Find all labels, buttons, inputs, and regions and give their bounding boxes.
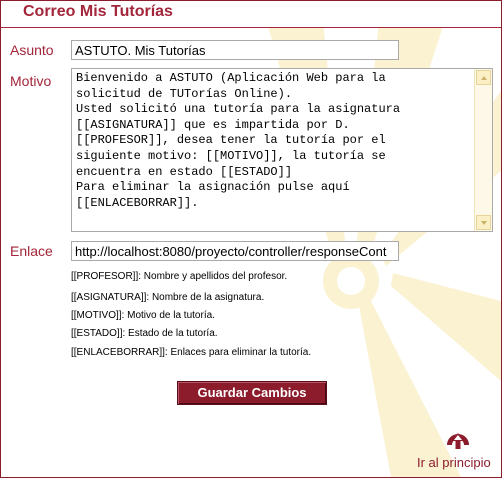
page-frame: Correo Mis Tutorías Asunto ASTUTO. Mis T… [0, 0, 502, 478]
enlace-input[interactable]: http://localhost:8080/proyecto/controlle… [71, 241, 399, 261]
motivo-scrollbar[interactable] [474, 69, 492, 231]
scroll-up-button[interactable] [476, 70, 491, 85]
help-profesor: [[PROFESOR]]: Nombre y apellidos del pro… [71, 271, 288, 282]
help-enlaceborrar: [[ENLACEBORRAR]]: Enlaces para eliminar … [71, 347, 312, 358]
scroll-down-button[interactable] [476, 215, 491, 230]
save-changes-button[interactable]: Guardar Cambios [177, 381, 327, 405]
page-title: Correo Mis Tutorías [23, 3, 173, 20]
back-to-top-label: Ir al principio [417, 455, 491, 470]
chevron-down-icon [481, 221, 487, 225]
asunto-input[interactable]: ASTUTO. Mis Tutorías [71, 40, 399, 60]
chevron-up-icon [481, 76, 487, 80]
motivo-label: Motivo [10, 73, 52, 89]
motivo-text: Bienvenido a ASTUTO (Aplicación Web para… [76, 71, 401, 210]
back-to-top-link[interactable]: Ir al principio [415, 425, 499, 473]
enlace-label: Enlace [10, 243, 53, 259]
motivo-textarea[interactable]: Bienvenido a ASTUTO (Aplicación Web para… [71, 68, 493, 232]
title-bar: Correo Mis Tutorías [1, 1, 501, 28]
asunto-label: Asunto [10, 42, 54, 58]
help-motivo: [[MOTIVO]]: Motivo de la tutoría. [71, 310, 215, 321]
up-arrow-circle-icon [447, 433, 469, 449]
help-estado: [[ESTADO]]: Estado de la tutoría. [71, 328, 218, 339]
help-asignatura: [[ASIGNATURA]]: Nombre de la asignatura. [71, 292, 265, 303]
